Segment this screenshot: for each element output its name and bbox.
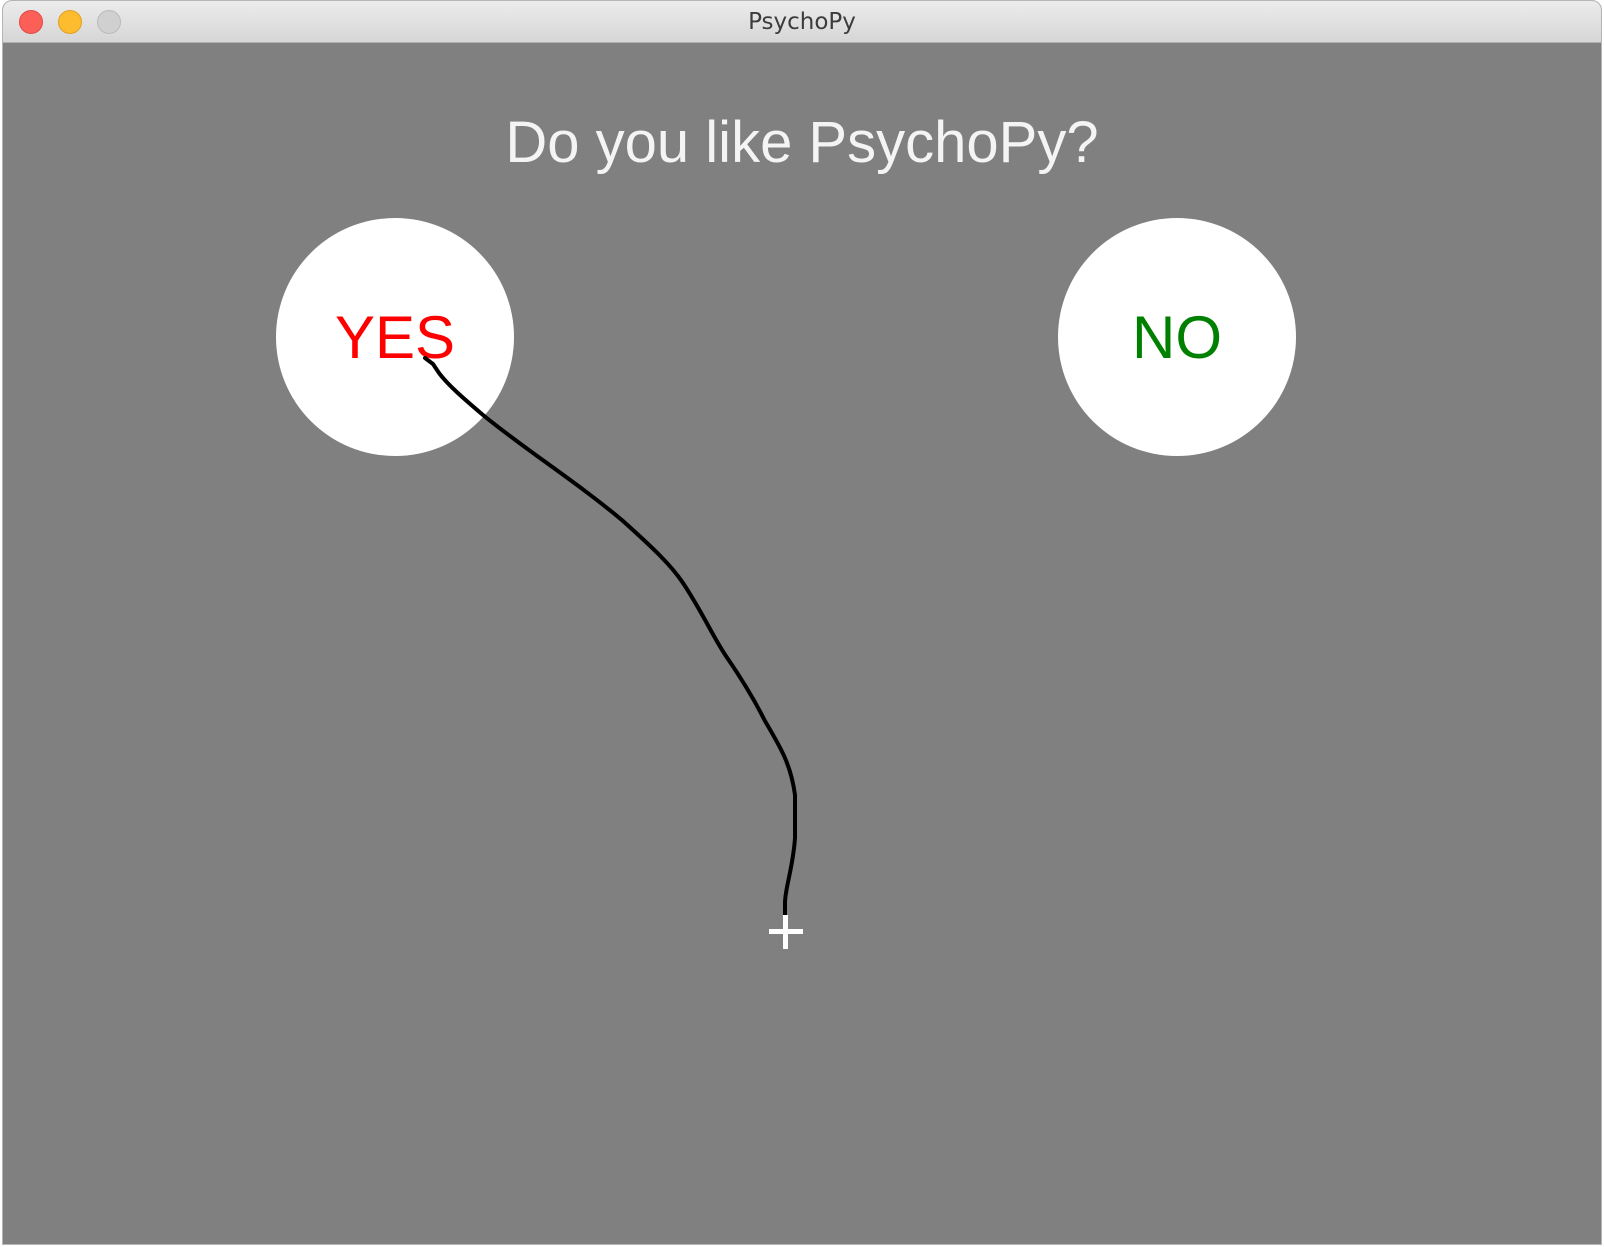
psychopy-window: PsychoPy Do you like PsychoPy? YES NO — [2, 0, 1602, 1245]
experiment-stage: Do you like PsychoPy? YES NO — [3, 43, 1601, 1244]
trajectory-path — [423, 356, 797, 925]
window-title: PsychoPy — [748, 9, 856, 35]
plus-icon — [769, 915, 803, 949]
yes-option-button[interactable]: YES — [276, 218, 514, 456]
window-titlebar[interactable]: PsychoPy — [3, 1, 1601, 43]
no-option-label: NO — [1132, 303, 1222, 371]
yes-option-label: YES — [334, 303, 456, 371]
mouse-trajectory — [423, 356, 797, 925]
question-text: Do you like PsychoPy? — [505, 110, 1099, 175]
no-option-button[interactable]: NO — [1058, 218, 1296, 456]
